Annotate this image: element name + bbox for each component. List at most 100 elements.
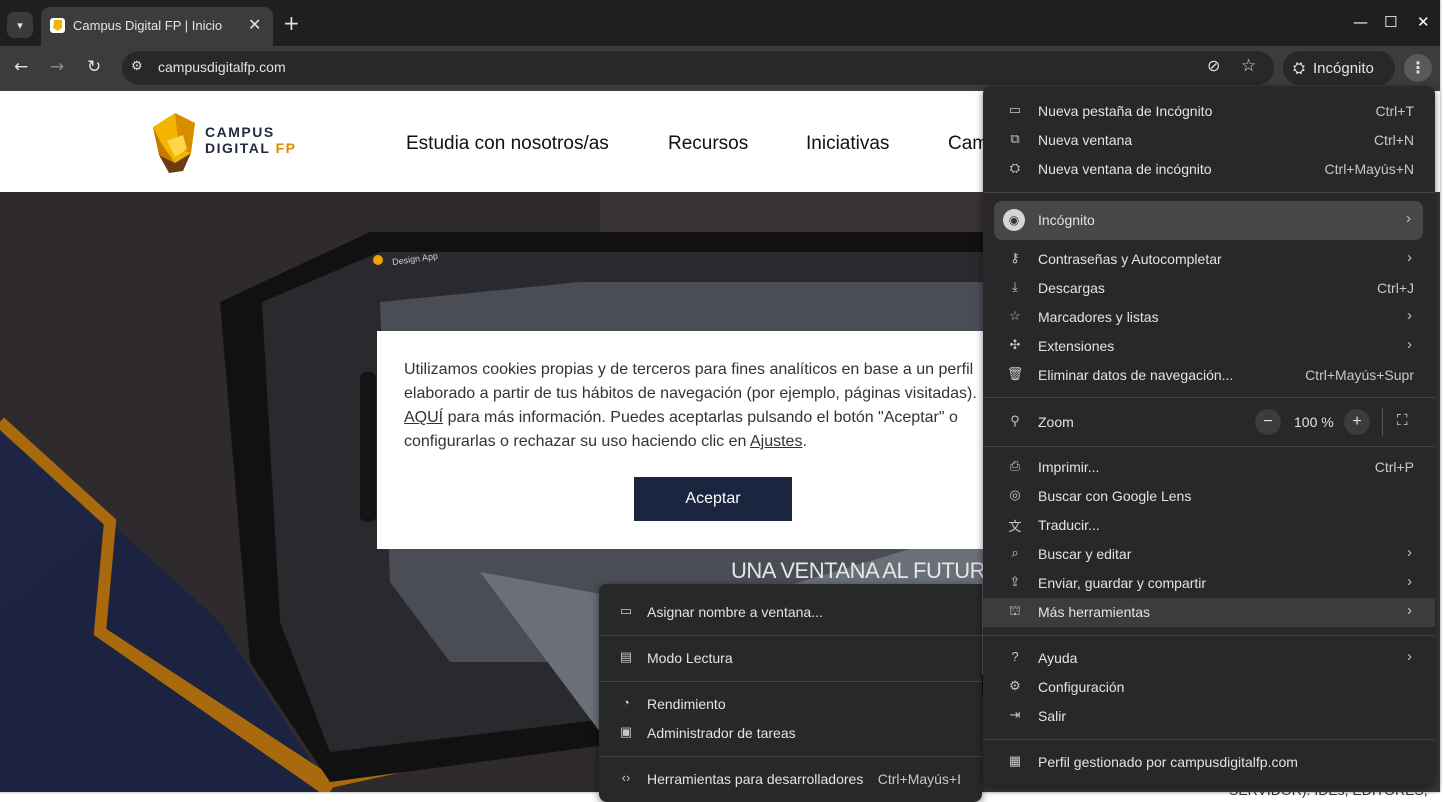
divider <box>983 446 1435 447</box>
plus-icon: + <box>283 11 300 35</box>
menu-clear-data[interactable]: 🗑 Eliminar datos de navegación... Ctrl+May… <box>983 361 1435 390</box>
eye-off-icon[interactable]: ⊘ <box>1207 56 1220 75</box>
star-icon: ☆ <box>1009 308 1021 323</box>
new-tab-icon: ▭ <box>1008 102 1022 117</box>
cookie-text-2: para más información. Puedes aceptarlas … <box>404 409 958 450</box>
divider <box>1382 408 1383 436</box>
chevron-right-icon: › <box>1407 544 1412 561</box>
cookie-banner: Utilizamos cookies propias y de terceros… <box>377 331 997 549</box>
tune-icon[interactable]: ⚙ <box>131 59 143 74</box>
menu-help-label: Ayuda <box>1038 650 1078 666</box>
menu-new-window[interactable]: ⧉ Nueva ventana Ctrl+N <box>983 126 1435 155</box>
zoom-out-button[interactable]: − <box>1255 409 1281 435</box>
nav-estudia[interactable]: Estudia con nosotros/as <box>406 133 609 155</box>
puzzle-icon: ✣ <box>1009 337 1021 352</box>
star-icon[interactable]: ☆ <box>1241 56 1256 76</box>
submenu-name-window[interactable]: ▭ Asignar nombre a ventana... <box>599 598 982 627</box>
menu-find-edit[interactable]: ⌕ Buscar y editar › <box>983 540 1435 569</box>
menu-extensions[interactable]: ✣ Extensiones › <box>983 332 1435 361</box>
divider <box>599 756 982 757</box>
menu-new-incognito-window[interactable]: ⛭ Nueva ventana de incógnito Ctrl+Mayús+N <box>983 155 1435 184</box>
tab-title: Campus Digital FP | Inicio <box>73 18 223 33</box>
menu-google-lens[interactable]: ◎ Buscar con Google Lens <box>983 482 1435 511</box>
menu-translate-label: Traducir... <box>1038 517 1100 533</box>
menu-downloads[interactable]: ⤓ Descargas Ctrl+J <box>983 274 1435 303</box>
logo-fp: FP <box>275 140 297 156</box>
submenu-devtools[interactable]: ‹› Herramientas para desarrolladores Ctrl+… <box>599 765 982 794</box>
menu-managed-profile[interactable]: ▦ Perfil gestionado por campusdigitalfp.c… <box>983 748 1435 777</box>
logo-icon <box>153 113 195 173</box>
active-tab[interactable]: Campus Digital FP | Inicio ✕ <box>41 7 273 46</box>
minimize-icon[interactable]: — <box>1353 13 1368 31</box>
menu-new-incognito-tab[interactable]: ▭ Nueva pestaña de Incógnito Ctrl+T <box>983 97 1435 126</box>
reload-button[interactable]: ↻ <box>87 57 101 77</box>
kebab-icon[interactable]: ⋮ <box>1404 54 1432 82</box>
menu-passwords-label: Contraseñas y Autocompletar <box>1038 251 1222 267</box>
speedometer-icon: ◔ <box>622 695 630 710</box>
task-manager-icon: ▣ <box>619 724 633 739</box>
address-bar[interactable]: ⚙ campusdigitalfp.com ⊘ ☆ <box>122 51 1274 85</box>
menu-bookmarks[interactable]: ☆ Marcadores y listas › <box>983 303 1435 332</box>
window-close-icon[interactable]: ✕ <box>1417 13 1430 31</box>
submenu-reading-mode[interactable]: ▤ Modo Lectura <box>599 644 982 673</box>
menu-profile-incognito[interactable]: ◉ Incógnito › <box>994 201 1423 240</box>
lens-icon: ◎ <box>1009 487 1021 502</box>
menu-new-incognito-window-label: Nueva ventana de incógnito <box>1038 161 1212 177</box>
building-icon: ▦ <box>1008 753 1022 768</box>
cookie-settings-link[interactable]: Ajustes <box>750 433 802 450</box>
submenu-reading-mode-label: Modo Lectura <box>647 650 733 666</box>
back-button[interactable]: ← <box>14 57 28 77</box>
logo-text[interactable]: CAMPUS DIGITAL FP <box>205 124 296 156</box>
tab-search-button[interactable]: ▾ <box>7 12 33 38</box>
nav-iniciativas[interactable]: Iniciativas <box>806 133 889 155</box>
menu-more-tools-label: Más herramientas <box>1038 604 1151 620</box>
submenu-performance[interactable]: ◔ Rendimiento <box>599 690 982 719</box>
menu-send-save[interactable]: ⇪ Enviar, guardar y compartir › <box>983 569 1435 598</box>
cookie-text: Utilizamos cookies propias y de terceros… <box>404 358 989 454</box>
menu-print[interactable]: ⎙ Imprimir... Ctrl+P <box>983 453 1435 482</box>
chrome-main-menu: ▭ Nueva pestaña de Incógnito Ctrl+T ⧉ Nueva… <box>983 86 1435 786</box>
chevron-right-icon: › <box>1407 573 1412 590</box>
book-icon: ▤ <box>619 649 633 664</box>
menu-more-tools[interactable]: ⛫ Más herramientas › <box>983 598 1435 627</box>
zoom-in-button[interactable]: + <box>1344 409 1370 435</box>
fullscreen-icon[interactable]: ⛶ <box>1397 412 1408 429</box>
exit-icon: ⇥ <box>1009 707 1021 722</box>
chevron-right-icon: › <box>1407 336 1412 353</box>
incognito-chip[interactable]: ⛭ Incógnito <box>1283 51 1395 85</box>
translate-icon: 文 <box>1008 519 1022 534</box>
chevron-down-icon: ▾ <box>17 18 23 32</box>
menu-exit[interactable]: ⇥ Salir <box>983 702 1435 731</box>
window-icon: ▭ <box>619 603 633 618</box>
divider <box>983 397 1435 398</box>
divider <box>983 635 1435 636</box>
cookie-text-3: . <box>802 433 807 450</box>
menu-bookmarks-label: Marcadores y listas <box>1038 309 1159 325</box>
menu-translate[interactable]: 文 Traducir... <box>983 511 1435 540</box>
menu-settings[interactable]: ⚙ Configuración <box>983 673 1435 702</box>
toolbox-icon: ⛫ <box>1009 603 1021 618</box>
divider <box>983 192 1435 193</box>
accept-cookies-button[interactable]: Aceptar <box>634 477 792 521</box>
new-tab-button[interactable]: + <box>283 12 300 34</box>
menu-passwords[interactable]: ⚷ Contraseñas y Autocompletar › <box>983 245 1435 274</box>
chevron-right-icon: › <box>1407 602 1412 619</box>
print-icon: ⎙ <box>1009 458 1021 473</box>
url-text[interactable]: campusdigitalfp.com <box>158 59 286 75</box>
forward-button[interactable]: → <box>50 57 64 77</box>
nav-recursos[interactable]: Recursos <box>668 133 748 155</box>
download-icon: ⤓ <box>1012 279 1018 294</box>
trash-icon: 🗑 <box>1006 366 1024 381</box>
submenu-devtools-label: Herramientas para desarrolladores <box>647 771 864 787</box>
divider <box>599 681 982 682</box>
menu-print-label: Imprimir... <box>1038 459 1100 475</box>
cookie-info-link[interactable]: AQUÍ <box>404 409 443 426</box>
submenu-task-manager[interactable]: ▣ Administrador de tareas <box>599 719 982 748</box>
close-icon[interactable]: ✕ <box>248 15 261 34</box>
submenu-name-window-label: Asignar nombre a ventana... <box>647 604 823 620</box>
chevron-right-icon: › <box>1407 249 1412 266</box>
maximize-icon[interactable]: ☐ <box>1384 13 1397 31</box>
key-icon: ⚷ <box>1010 250 1020 265</box>
menu-help[interactable]: ? Ayuda › <box>983 644 1435 673</box>
chevron-right-icon: › <box>1407 648 1412 665</box>
